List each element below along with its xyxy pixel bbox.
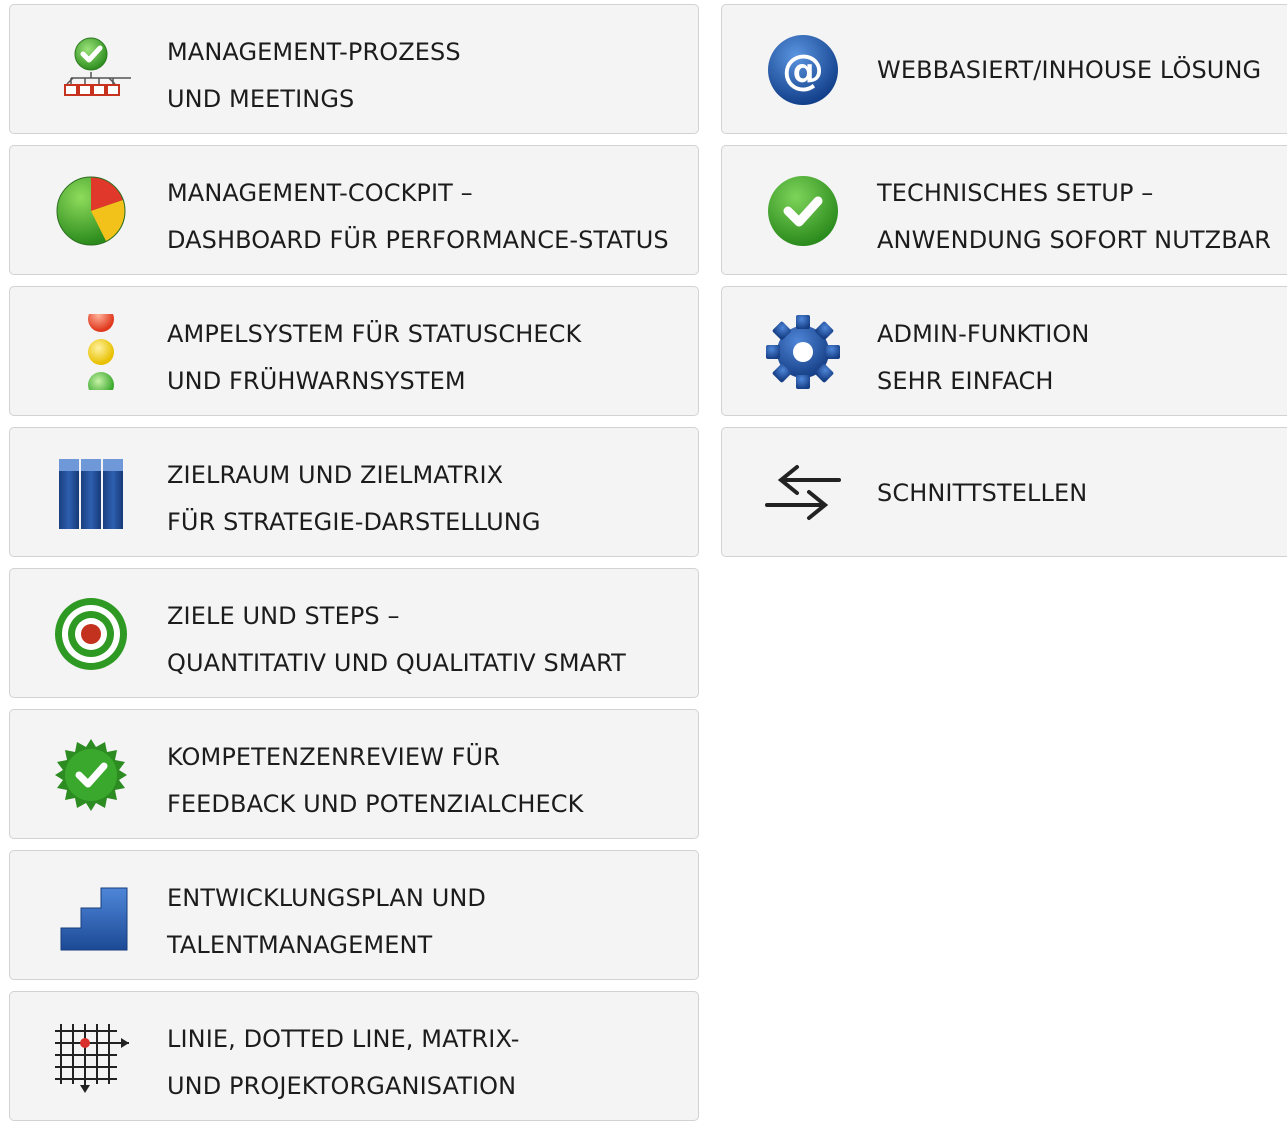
feature-line-1: KOMPETENZENREVIEW FÜR: [167, 743, 501, 771]
feature-line-1: ZIELE UND STEPS –: [167, 602, 400, 630]
pie-chart-icon: [51, 173, 131, 249]
feature-line-1: ENTWICKLUNGSPLAN UND: [167, 884, 487, 912]
feature-text: WEBBASIERT/INHOUSE LÖSUNG: [877, 47, 1261, 94]
feature-line-1: ZIELRAUM UND ZIELMATRIX: [167, 461, 504, 489]
feature-line-1: ADMIN-FUNKTION: [877, 320, 1090, 348]
check-circle-icon: [761, 173, 841, 249]
feature-line-1: WEBBASIERT/INHOUSE LÖSUNG: [877, 56, 1262, 84]
feature-text: ZIELRAUM UND ZIELMATRIX FÜR STRATEGIE-DA…: [167, 452, 541, 546]
feature-card-admin-funktion: ADMIN-FUNKTION SEHR EINFACH: [721, 286, 1287, 416]
feature-line-1: SCHNITTSTELLEN: [877, 479, 1088, 507]
feature-line-2: QUANTITATIV UND QUALITATIV SMART: [167, 649, 626, 677]
feature-line-1: TECHNISCHES SETUP –: [877, 179, 1154, 207]
feature-card-entwicklungsplan: ENTWICKLUNGSPLAN UND TALENTMANAGEMENT: [9, 850, 699, 980]
feature-line-2: FÜR STRATEGIE-DARSTELLUNG: [167, 508, 541, 536]
feature-line-2: UND PROJEKTORGANISATION: [167, 1072, 517, 1100]
feature-text: TECHNISCHES SETUP – ANWENDUNG SOFORT NUT…: [877, 170, 1271, 264]
columns-icon: [51, 455, 131, 531]
feature-card-management-prozess: MANAGEMENT-PROZESS UND MEETINGS: [9, 4, 699, 134]
exchange-arrows-icon: [761, 455, 841, 531]
org-chart-check-icon: [51, 32, 131, 108]
feature-line-2: ANWENDUNG SOFORT NUTZBAR: [877, 226, 1272, 254]
feature-line-2: UND MEETINGS: [167, 85, 355, 113]
feature-card-kompetenzenreview: KOMPETENZENREVIEW FÜR FEEDBACK UND POTEN…: [9, 709, 699, 839]
at-sign-icon: @: [761, 32, 841, 108]
feature-card-webbasiert: @ WEBBASIERT/INHOUSE LÖSUNG: [721, 4, 1287, 134]
gear-icon: [761, 314, 841, 390]
badge-check-icon: [51, 737, 131, 813]
feature-line-2: SEHR EINFACH: [877, 367, 1054, 395]
feature-line-1: MANAGEMENT-COCKPIT –: [167, 179, 473, 207]
feature-text: ZIELE UND STEPS – QUANTITATIV UND QUALIT…: [167, 593, 626, 687]
grid-matrix-icon: [51, 1019, 131, 1095]
feature-text: AMPELSYSTEM FÜR STATUSCHECK UND FRÜHWARN…: [167, 311, 581, 405]
feature-card-linie-matrix: LINIE, DOTTED LINE, MATRIX- UND PROJEKTO…: [9, 991, 699, 1121]
svg-text:@: @: [782, 45, 824, 94]
feature-text: SCHNITTSTELLEN: [877, 470, 1087, 517]
feature-card-zielraum: ZIELRAUM UND ZIELMATRIX FÜR STRATEGIE-DA…: [9, 427, 699, 557]
feature-text: MANAGEMENT-COCKPIT – DASHBOARD FÜR PERFO…: [167, 170, 669, 264]
traffic-light-icon: [51, 314, 131, 390]
feature-card-technisches-setup: TECHNISCHES SETUP – ANWENDUNG SOFORT NUT…: [721, 145, 1287, 275]
feature-text: LINIE, DOTTED LINE, MATRIX- UND PROJEKTO…: [167, 1016, 520, 1110]
stairs-icon: [51, 878, 131, 954]
feature-card-schnittstellen: SCHNITTSTELLEN: [721, 427, 1287, 557]
feature-line-1: AMPELSYSTEM FÜR STATUSCHECK: [167, 320, 582, 348]
feature-card-management-cockpit: MANAGEMENT-COCKPIT – DASHBOARD FÜR PERFO…: [9, 145, 699, 275]
target-icon: [51, 596, 131, 672]
feature-line-2: TALENTMANAGEMENT: [167, 931, 433, 959]
feature-card-ziele-steps: ZIELE UND STEPS – QUANTITATIV UND QUALIT…: [9, 568, 699, 698]
feature-text: KOMPETENZENREVIEW FÜR FEEDBACK UND POTEN…: [167, 734, 583, 828]
feature-line-2: FEEDBACK UND POTENZIALCHECK: [167, 790, 584, 818]
feature-line-2: UND FRÜHWARNSYSTEM: [167, 367, 466, 395]
feature-text: ADMIN-FUNKTION SEHR EINFACH: [877, 311, 1089, 405]
feature-line-1: MANAGEMENT-PROZESS: [167, 38, 461, 66]
feature-line-2: DASHBOARD FÜR PERFORMANCE-STATUS: [167, 226, 669, 254]
feature-text: ENTWICKLUNGSPLAN UND TALENTMANAGEMENT: [167, 875, 486, 969]
feature-line-1: LINIE, DOTTED LINE, MATRIX-: [167, 1025, 520, 1053]
feature-text: MANAGEMENT-PROZESS UND MEETINGS: [167, 29, 461, 123]
feature-card-ampelsystem: AMPELSYSTEM FÜR STATUSCHECK UND FRÜHWARN…: [9, 286, 699, 416]
